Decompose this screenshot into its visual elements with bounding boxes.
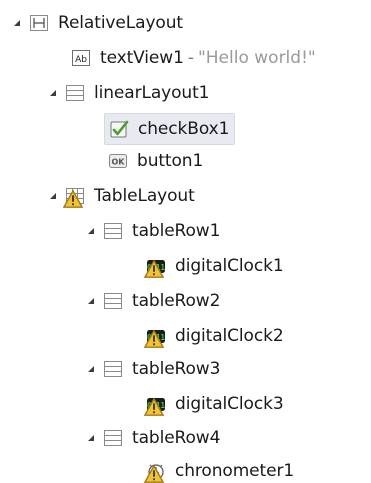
svg-text:OK: OK: [112, 158, 126, 167]
textview-ab-icon: Ab: [71, 48, 91, 68]
tree-node-chronometer1[interactable]: chronometer1: [144, 456, 295, 483]
table-row-icon: [103, 359, 123, 379]
expanded-arrow-icon[interactable]: [13, 19, 21, 27]
tree-node-checkbox1[interactable]: checkBox1: [104, 113, 236, 145]
expanded-arrow-icon[interactable]: [49, 192, 57, 200]
expanded-arrow-icon[interactable]: [87, 434, 95, 442]
digitalclock1-label: digitalClock1: [175, 256, 284, 276]
warning-icon: [144, 259, 164, 278]
warning-icon: [144, 464, 164, 483]
tablerow4-label: tableRow4: [132, 428, 221, 448]
tree-node-linearlayout1[interactable]: linearLayout1: [49, 78, 210, 108]
tree-node-digitalclock2[interactable]: 0:11 digitalClock2: [144, 321, 284, 351]
table-row-icon: [103, 221, 123, 241]
tree-node-textview1[interactable]: Ab textView1 - "Hello world!": [71, 43, 316, 73]
checkbox1-label: checkBox1: [138, 119, 230, 139]
tablelayout-label: TableLayout: [94, 186, 195, 206]
table-layout-icon: [63, 186, 85, 208]
tree-node-digitalclock1[interactable]: 0:11 digitalClock1: [144, 251, 284, 281]
tree-node-tablerow2[interactable]: tableRow2: [87, 286, 220, 316]
expanded-arrow-icon[interactable]: [87, 297, 95, 305]
digitalclock3-label: digitalClock3: [175, 394, 284, 414]
digital-clock-icon: 0:11: [144, 256, 166, 278]
digital-clock-icon: 0:11: [144, 394, 166, 416]
tree-node-relativelayout[interactable]: RelativeLayout: [13, 8, 183, 38]
tree-node-tablelayout[interactable]: TableLayout: [49, 181, 195, 211]
tablerow3-label: tableRow3: [132, 359, 221, 379]
textview1-label: textView1: [100, 48, 184, 68]
warning-icon: [63, 189, 83, 208]
button-ok-icon: OK: [108, 151, 128, 171]
textview1-value: "Hello world!": [197, 48, 316, 68]
tablerow1-label: tableRow1: [132, 221, 221, 241]
digitalclock2-label: digitalClock2: [175, 326, 284, 346]
digital-clock-icon: 0:11: [144, 326, 166, 348]
tree-node-tablerow3[interactable]: tableRow3: [87, 354, 220, 384]
tree-node-digitalclock3[interactable]: 0:11 digitalClock3: [144, 389, 284, 419]
table-row-icon: [103, 291, 123, 311]
expanded-arrow-icon[interactable]: [87, 365, 95, 373]
checkbox-icon: [109, 119, 129, 139]
warning-icon: [144, 329, 164, 348]
chronometer1-label: chronometer1: [175, 461, 295, 481]
expanded-arrow-icon[interactable]: [87, 227, 95, 235]
tree-node-button1[interactable]: OK button1: [108, 146, 203, 176]
tree-node-tablerow4[interactable]: tableRow4: [87, 423, 220, 453]
tablerow2-label: tableRow2: [132, 291, 221, 311]
chronometer-icon: [144, 461, 166, 483]
linearlayout1-label: linearLayout1: [94, 83, 210, 103]
textview1-separator: -: [187, 48, 194, 68]
relativelayout-label: RelativeLayout: [58, 13, 183, 33]
relative-layout-icon: [29, 13, 49, 33]
linear-layout-icon: [65, 83, 85, 103]
expanded-arrow-icon[interactable]: [49, 89, 57, 97]
table-row-icon: [103, 428, 123, 448]
button1-label: button1: [137, 151, 204, 171]
warning-icon: [144, 397, 164, 416]
tree-node-tablerow1[interactable]: tableRow1: [87, 216, 220, 246]
svg-text:Ab: Ab: [75, 55, 87, 65]
